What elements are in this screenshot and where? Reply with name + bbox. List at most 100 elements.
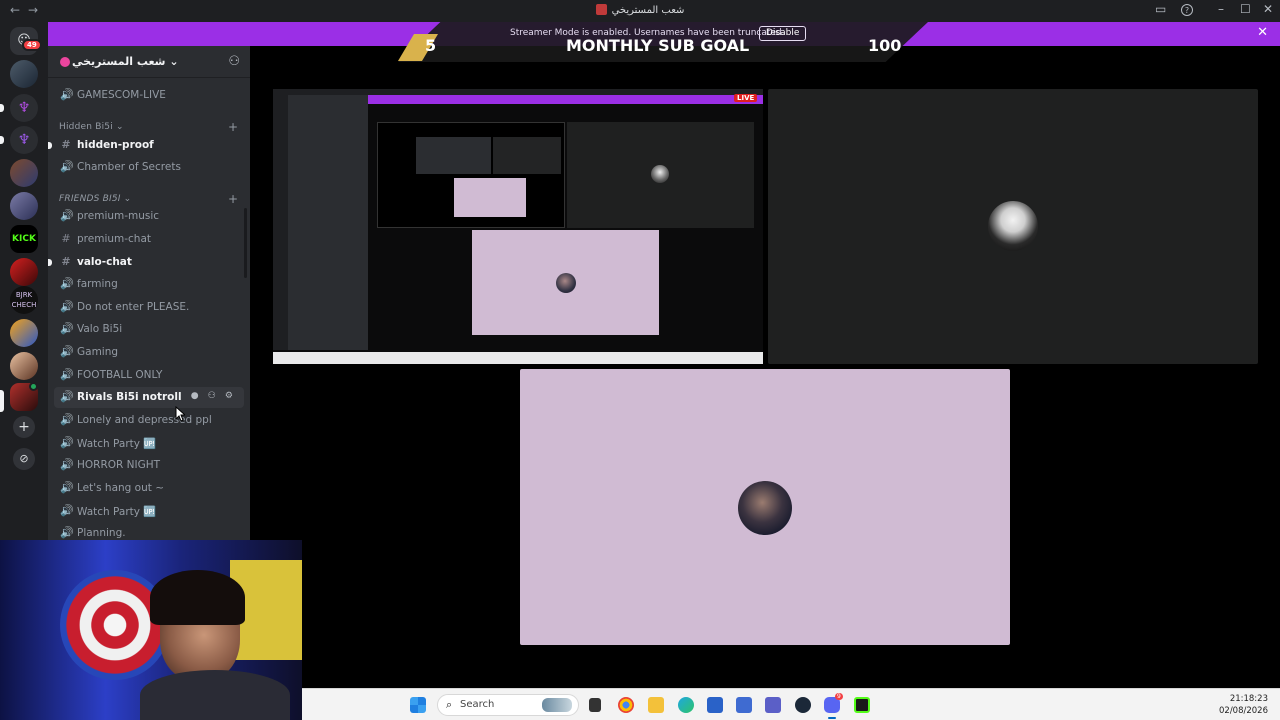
streamer-hair — [150, 570, 245, 625]
server-icon[interactable] — [10, 258, 38, 286]
store-icon[interactable] — [707, 697, 723, 713]
kick-server-icon[interactable]: KICK — [10, 225, 38, 253]
voice-channel-icon: 🔊 — [60, 413, 74, 426]
search-placeholder: Search — [460, 699, 495, 710]
channel-label: Chamber of Secrets — [77, 161, 181, 173]
channel-label: Watch Party 🆙 — [77, 438, 157, 450]
kick-app-icon[interactable] — [854, 697, 870, 713]
taskbar-search[interactable]: ⌕ Search — [437, 694, 579, 716]
channel-label: HORROR NIGHT — [77, 459, 161, 471]
add-channel-icon[interactable]: + — [228, 192, 238, 206]
steam-icon[interactable] — [795, 697, 811, 713]
server-icon[interactable] — [10, 319, 38, 347]
edge-icon[interactable] — [678, 697, 694, 713]
chevron-down-icon: ⌄ — [169, 55, 179, 68]
channel-do-not-enter[interactable]: 🔊 Do not enter PLEASE. — [54, 297, 244, 318]
outlook-icon[interactable] — [736, 697, 752, 713]
channel-valo-chat[interactable]: # valo-chat — [48, 252, 244, 273]
channel-label: hidden-proof — [77, 139, 154, 151]
voice-channel-icon: 🔊 — [60, 88, 74, 101]
channel-lonely-and-depressed[interactable]: 🔊 Lonely and depressed ppl — [54, 410, 244, 431]
category-hidden[interactable]: Hidden Bi5i ⌄ + — [59, 120, 238, 134]
channel-football-only[interactable]: 🔊 FOOTBALL ONLY — [54, 365, 244, 386]
maximize-button[interactable]: ☐ — [1240, 2, 1251, 16]
participant-avatar — [738, 481, 792, 535]
online-status-icon — [29, 382, 38, 391]
subgoal-label: MONTHLY SUB GOAL — [566, 36, 750, 55]
close-window-button[interactable]: ✕ — [1263, 2, 1273, 16]
voice-channel-icon: 🔊 — [60, 160, 74, 173]
inbox-icon[interactable]: ▭ — [1155, 2, 1166, 16]
unread-indicator — [48, 142, 52, 149]
channel-label: premium-music — [77, 210, 160, 222]
system-clock[interactable]: 21:18:23 02/08/2026 — [1219, 693, 1268, 717]
start-menu-icon[interactable] — [410, 697, 426, 713]
channel-watch-party[interactable]: 🔊 Watch Party 🆙 — [54, 433, 244, 454]
discover-icon[interactable]: ⊘ — [13, 448, 35, 470]
channel-label: Valo Bi5i — [77, 323, 123, 335]
text-channel-icon: # — [61, 232, 71, 245]
channel-gamescom-live[interactable]: 🔊 GAMESCOM-LIVE — [54, 85, 244, 106]
text-channel-icon: # — [61, 255, 71, 268]
channel-chamber-of-secrets[interactable]: 🔊 Chamber of Secrets — [54, 157, 244, 178]
category-friends[interactable]: FRIENDS BI5I ⌄ + — [59, 192, 238, 206]
minimize-button[interactable]: – — [1218, 2, 1224, 16]
invite-people-icon[interactable]: ⚇ — [228, 54, 240, 69]
server-icon[interactable]: BJRK CHECH — [10, 286, 38, 314]
channel-sidebar: شعب المستريخي ⌄ ⚇ 🔊 GAMESCOM-LIVE Hidden… — [48, 46, 250, 542]
nested-pink-tile — [472, 230, 659, 335]
subgoal-target: 100 — [868, 36, 902, 55]
voice-channel-icon: 🔊 — [60, 436, 74, 449]
clock-time: 21:18:23 — [1229, 694, 1268, 704]
channel-farming[interactable]: 🔊 farming — [54, 274, 244, 295]
banner-close-icon[interactable]: ✕ — [1257, 25, 1268, 40]
voice-channel-icon: 🔊 — [60, 368, 74, 381]
task-view-icon[interactable] — [589, 698, 601, 712]
participant-tile-focused[interactable] — [520, 369, 1010, 645]
channel-label: Lonely and depressed ppl — [77, 414, 212, 426]
channel-label: GAMESCOM-LIVE — [77, 89, 166, 101]
channel-premium-music[interactable]: 🔊 premium-music — [54, 206, 244, 227]
sidebar-scrollbar[interactable] — [244, 208, 247, 278]
voice-channel-icon: 🔊 — [60, 458, 74, 471]
chrome-icon[interactable] — [618, 697, 634, 713]
server-icon[interactable] — [10, 352, 38, 380]
channel-horror-night[interactable]: 🔊 HORROR NIGHT — [54, 455, 244, 476]
nested-taskbar — [273, 352, 763, 364]
channel-gaming[interactable]: 🔊 Gaming — [54, 342, 244, 363]
file-explorer-icon[interactable] — [648, 697, 664, 713]
channel-label: Let's hang out ~ — [77, 482, 165, 494]
streamer-shirt — [140, 670, 290, 720]
channel-premium-chat[interactable]: # premium-chat — [54, 229, 244, 250]
gamepad-server-icon[interactable]: ♆ — [10, 126, 38, 154]
channel-lets-hang-out[interactable]: 🔊 Let's hang out ~ — [54, 478, 244, 499]
server-icon[interactable] — [10, 159, 38, 187]
unread-pip — [0, 136, 4, 144]
channel-label: FOOTBALL ONLY — [77, 369, 163, 381]
channel-valo-bi5i[interactable]: 🔊 Valo Bi5i — [54, 319, 244, 340]
window-titlebar: ← → شعب المستريخي ▭ ? – ☐ ✕ — [0, 0, 1280, 22]
add-server-icon[interactable]: + — [13, 416, 35, 438]
channel-rivals-bi5i-notroll[interactable]: 🔊 Rivals Bi5i notroll ● ⚇ ⚙ — [54, 387, 244, 408]
nested-banner — [368, 95, 763, 104]
participant-tile[interactable] — [768, 89, 1258, 364]
server-icon[interactable] — [10, 60, 38, 88]
channel-label: valo-chat — [77, 256, 132, 268]
channel-label: Watch Party 🆙 — [77, 506, 157, 518]
server-header[interactable]: شعب المستريخي ⌄ ⚇ — [48, 46, 250, 78]
channel-actions[interactable]: ● ⚇ ⚙ — [191, 391, 236, 401]
nested-server-rail — [273, 95, 288, 350]
gamepad-server-icon[interactable]: ♆ — [10, 94, 38, 122]
screenshare-tile[interactable]: LIVE — [273, 89, 763, 364]
server-boost-icon — [60, 57, 70, 67]
server-icon[interactable] — [10, 192, 38, 220]
unread-indicator — [48, 259, 52, 266]
channel-hidden-proof[interactable]: # hidden-proof — [48, 135, 244, 156]
app-root: ← → شعب المستريخي ▭ ? – ☐ ✕ ☺ 49 ♆ ♆ KIC… — [0, 0, 1280, 720]
channel-watch-party-2[interactable]: 🔊 Watch Party 🆙 — [54, 501, 244, 522]
help-icon[interactable]: ? — [1181, 4, 1193, 16]
add-channel-icon[interactable]: + — [228, 120, 238, 134]
disable-streamer-mode-button[interactable]: Disable — [759, 26, 807, 41]
teams-icon[interactable] — [765, 697, 781, 713]
channel-label: Rivals Bi5i notroll — [77, 391, 182, 403]
